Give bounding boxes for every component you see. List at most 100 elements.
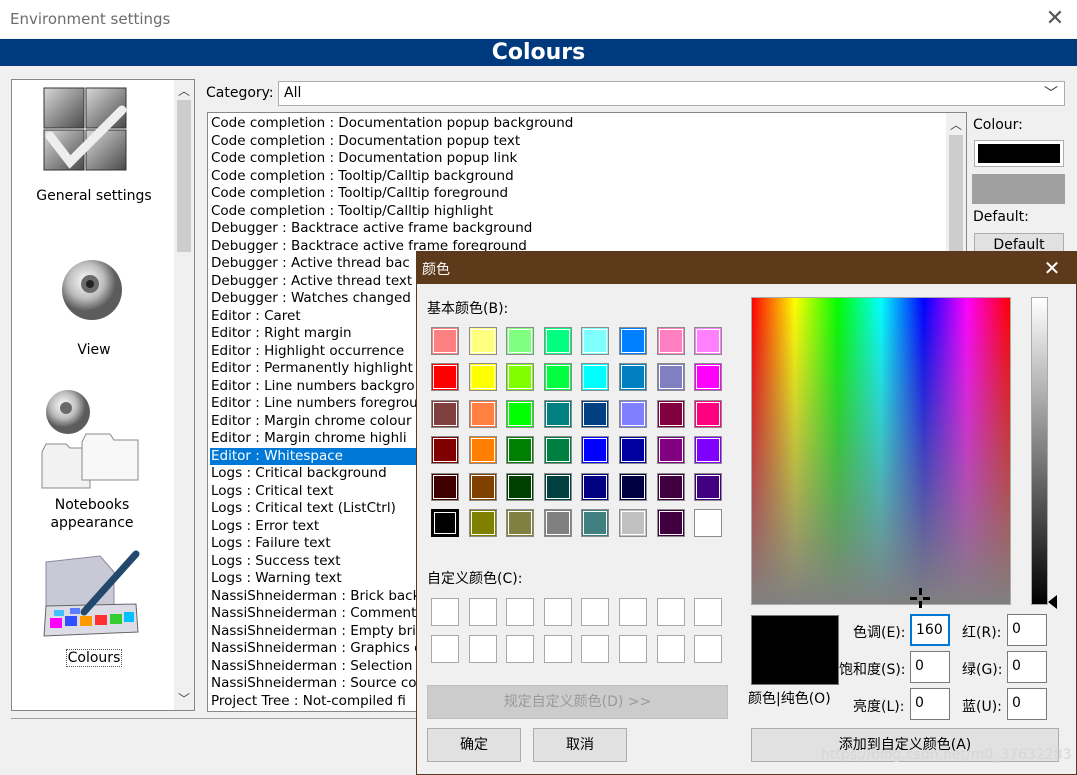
list-item[interactable]: Editor : Margin chrome colour bbox=[210, 413, 412, 431]
list-item[interactable]: NassiShneiderman : Empty bri bbox=[210, 623, 416, 641]
basic-color-swatch[interactable] bbox=[581, 472, 610, 501]
basic-color-swatch[interactable] bbox=[619, 399, 647, 428]
basic-color-swatch[interactable] bbox=[431, 363, 459, 392]
basic-color-swatch[interactable] bbox=[656, 399, 685, 428]
basic-color-swatch[interactable] bbox=[431, 327, 459, 355]
list-item[interactable]: Logs : Critical text bbox=[210, 483, 333, 501]
list-item[interactable]: Code completion : Documentation popup li… bbox=[210, 150, 517, 168]
scroll-up-icon[interactable]: ︿ bbox=[946, 116, 966, 134]
basic-color-swatch[interactable] bbox=[581, 509, 610, 537]
list-item[interactable]: NassiShneiderman : Brick back bbox=[210, 588, 420, 606]
list-item[interactable]: NassiShneiderman : Selection bbox=[210, 658, 412, 676]
basic-color-swatch[interactable] bbox=[656, 472, 685, 501]
basic-color-swatch[interactable] bbox=[619, 472, 647, 501]
list-item[interactable]: NassiShneiderman : Graphics c bbox=[210, 640, 422, 658]
blue-input[interactable]: 0 bbox=[1007, 688, 1047, 720]
basic-color-swatch[interactable] bbox=[543, 436, 572, 465]
basic-color-swatch[interactable] bbox=[543, 509, 572, 537]
saturation-input[interactable]: 0 bbox=[910, 651, 950, 683]
list-item[interactable]: Project Tree : Not-compiled fi bbox=[210, 693, 406, 711]
custom-color-swatch[interactable] bbox=[506, 635, 535, 663]
custom-color-swatch[interactable] bbox=[694, 598, 723, 626]
basic-color-swatch[interactable] bbox=[543, 472, 572, 501]
basic-color-swatch[interactable] bbox=[468, 436, 497, 465]
basic-color-swatch[interactable] bbox=[581, 327, 610, 355]
list-item[interactable]: Editor : Line numbers foregrou bbox=[210, 395, 418, 413]
custom-color-swatch[interactable] bbox=[581, 635, 610, 663]
custom-color-swatch[interactable] bbox=[468, 635, 497, 663]
basic-color-swatch[interactable] bbox=[694, 327, 723, 355]
basic-color-swatch[interactable] bbox=[581, 399, 610, 428]
close-icon[interactable]: ✕ bbox=[1037, 255, 1067, 281]
list-item[interactable]: Code completion : Tooltip/Calltip highli… bbox=[210, 203, 493, 221]
custom-color-swatch[interactable] bbox=[619, 598, 647, 626]
green-input[interactable]: 0 bbox=[1007, 651, 1047, 683]
basic-color-swatch[interactable] bbox=[694, 436, 723, 465]
custom-color-swatch[interactable] bbox=[581, 598, 610, 626]
list-item[interactable]: Editor : Margin chrome highli bbox=[210, 430, 407, 448]
basic-color-swatch[interactable] bbox=[506, 327, 535, 355]
list-item[interactable]: Logs : Error text bbox=[210, 518, 319, 536]
list-item[interactable]: Editor : Line numbers backgro bbox=[210, 378, 415, 396]
list-item[interactable]: Editor : Highlight occurrence bbox=[210, 343, 404, 361]
custom-color-swatch[interactable] bbox=[431, 598, 459, 626]
define-custom-colors-button[interactable]: 规定自定义颜色(D) >> bbox=[427, 685, 728, 719]
basic-color-swatch[interactable] bbox=[543, 363, 572, 392]
list-item[interactable]: Code completion : Documentation popup te… bbox=[210, 133, 520, 151]
luminance-arrow-icon[interactable] bbox=[1048, 595, 1057, 609]
hue-input[interactable]: 160 bbox=[910, 614, 950, 646]
list-item[interactable]: Editor : Caret bbox=[210, 308, 301, 326]
basic-color-swatch[interactable] bbox=[468, 399, 497, 428]
category-select[interactable]: All ﹀ bbox=[278, 81, 1065, 106]
cancel-button[interactable]: 取消 bbox=[533, 728, 627, 762]
basic-color-swatch[interactable] bbox=[619, 363, 647, 392]
basic-color-swatch[interactable] bbox=[468, 327, 497, 355]
list-item[interactable]: Debugger : Active thread text bbox=[210, 273, 412, 291]
custom-color-swatch[interactable] bbox=[656, 635, 685, 663]
scroll-up-icon[interactable]: ︿ bbox=[174, 82, 194, 100]
basic-color-swatch[interactable] bbox=[694, 363, 723, 392]
sidebar-item-notebooks[interactable]: Notebooks appearance bbox=[12, 496, 172, 532]
sidebar-item-colours[interactable]: Colours bbox=[12, 649, 176, 667]
custom-color-swatch[interactable] bbox=[694, 635, 723, 663]
basic-color-swatch[interactable] bbox=[468, 509, 497, 537]
list-item[interactable]: Code completion : Tooltip/Calltip foregr… bbox=[210, 185, 508, 203]
basic-color-swatch[interactable] bbox=[543, 399, 572, 428]
basic-color-swatch[interactable] bbox=[431, 436, 459, 465]
list-item[interactable]: Logs : Warning text bbox=[210, 570, 342, 588]
list-item[interactable]: Debugger : Backtrace active frame backgr… bbox=[210, 220, 532, 238]
basic-color-swatch[interactable] bbox=[619, 436, 647, 465]
basic-color-swatch[interactable] bbox=[468, 363, 497, 392]
basic-color-swatch[interactable] bbox=[581, 363, 610, 392]
basic-color-swatch[interactable] bbox=[506, 436, 535, 465]
scroll-thumb[interactable] bbox=[177, 100, 191, 252]
list-item[interactable]: Editor : Permanently highlight bbox=[210, 360, 413, 378]
custom-color-swatch[interactable] bbox=[543, 635, 572, 663]
custom-color-swatch[interactable] bbox=[656, 598, 685, 626]
list-item[interactable]: Editor : Right margin bbox=[210, 325, 352, 343]
close-icon[interactable]: ✕ bbox=[1041, 6, 1069, 32]
basic-color-swatch[interactable] bbox=[694, 399, 723, 428]
list-item[interactable]: NassiShneiderman : Source co bbox=[210, 675, 417, 693]
luminance-input[interactable]: 0 bbox=[910, 688, 950, 720]
list-item[interactable]: NassiShneiderman : Comment bbox=[210, 605, 416, 623]
sidebar-scrollbar[interactable]: ︿ ﹀ bbox=[174, 80, 194, 710]
list-item[interactable]: Logs : Critical background bbox=[210, 465, 387, 483]
ok-button[interactable]: 确定 bbox=[427, 728, 521, 762]
scroll-thumb[interactable] bbox=[949, 135, 963, 255]
basic-color-swatch[interactable] bbox=[619, 327, 647, 355]
basic-color-swatch[interactable] bbox=[656, 509, 685, 537]
basic-color-swatch[interactable] bbox=[656, 363, 685, 392]
custom-color-swatch[interactable] bbox=[543, 598, 572, 626]
custom-color-swatch[interactable] bbox=[468, 598, 497, 626]
basic-color-swatch[interactable] bbox=[694, 509, 723, 537]
list-item[interactable]: Logs : Critical text (ListCtrl) bbox=[210, 500, 396, 518]
basic-color-swatch[interactable] bbox=[506, 472, 535, 501]
list-item[interactable]: Logs : Success text bbox=[210, 553, 341, 571]
luminance-slider[interactable] bbox=[1031, 297, 1048, 605]
basic-color-swatch[interactable] bbox=[506, 399, 535, 428]
color-spectrum[interactable] bbox=[751, 297, 1011, 608]
scroll-down-icon[interactable]: ﹀ bbox=[174, 690, 194, 708]
basic-color-swatch[interactable] bbox=[431, 509, 459, 537]
basic-color-swatch[interactable] bbox=[431, 472, 459, 501]
